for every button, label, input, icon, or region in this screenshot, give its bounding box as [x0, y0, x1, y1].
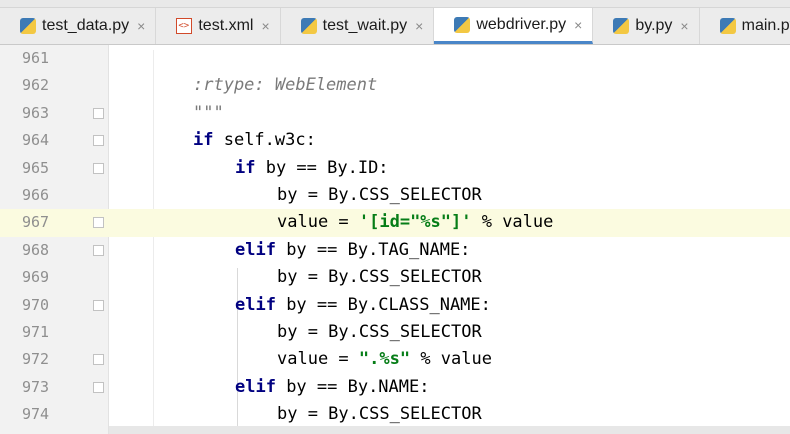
code-text: elif by == By.NAME:	[235, 376, 430, 397]
code-text: if by == By.ID:	[235, 157, 389, 178]
python-file-icon	[454, 16, 471, 33]
code-line[interactable]: 965 if by == By.ID:	[0, 155, 790, 182]
close-icon[interactable]: ×	[680, 18, 688, 34]
tab-label: webdriver.py	[476, 15, 567, 33]
python-file-icon	[20, 18, 36, 34]
tab-by-py[interactable]: by.py ×	[593, 8, 700, 44]
code-text: if self.w3c:	[193, 130, 316, 151]
code-text: elif by == By.CLASS_NAME:	[235, 294, 491, 315]
code-line[interactable]: 972 value = ".%s" % value	[0, 346, 790, 373]
code-line[interactable]: 970 elif by == By.CLASS_NAME:	[0, 292, 790, 319]
code-text: """	[193, 102, 224, 123]
code-line[interactable]: 973 elif by == By.NAME:	[0, 374, 790, 401]
line-number: 964	[22, 131, 50, 150]
line-number: 962	[22, 76, 50, 95]
fold-marker-icon[interactable]	[93, 381, 104, 393]
line-number: 972	[22, 350, 50, 369]
line-number: 973	[22, 377, 50, 396]
line-number: 968	[22, 240, 50, 259]
tab-test-data-py[interactable]: test_data.py ×	[0, 8, 157, 44]
code-line[interactable]: 968 elif by == By.TAG_NAME:	[0, 237, 790, 264]
tab-label: by.py	[635, 17, 673, 34]
tab-label: main.py	[741, 17, 790, 34]
close-icon[interactable]: ×	[574, 17, 582, 33]
code-text: value = '[id="%s"]' % value	[277, 212, 554, 233]
xml-file-icon	[176, 18, 193, 34]
code-text: value = ".%s" % value	[277, 349, 492, 370]
fold-marker-icon[interactable]	[93, 135, 104, 147]
tab-label: test_wait.py	[322, 17, 408, 34]
fold-marker-icon[interactable]	[93, 107, 104, 119]
code-line[interactable]: 962 :rtype: WebElement	[0, 72, 790, 99]
code-line[interactable]: 966 by = By.CSS_SELECTOR	[0, 182, 790, 209]
line-number: 966	[22, 186, 50, 204]
close-icon[interactable]: ×	[137, 18, 145, 34]
code-text: by = By.CSS_SELECTOR	[277, 404, 482, 425]
python-file-icon	[300, 18, 317, 34]
code-line[interactable]: 971 by = By.CSS_SELECTOR	[0, 319, 790, 346]
code-text: by = By.CSS_SELECTOR	[277, 322, 482, 342]
editor-tab-bar: test_data.py × test.xml × test_wait.py ×…	[0, 8, 790, 45]
code-text: by = By.CSS_SELECTOR	[277, 267, 482, 288]
code-text: elif by == By.TAG_NAME:	[235, 239, 471, 260]
line-number: 963	[22, 103, 50, 122]
close-icon[interactable]: ×	[415, 18, 423, 34]
code-line[interactable]: 969 by = By.CSS_SELECTOR	[0, 264, 790, 291]
line-number: 965	[22, 158, 50, 177]
code-line[interactable]: 974 by = By.CSS_SELECTOR	[0, 401, 790, 428]
code-line-current[interactable]: 967 value = '[id="%s"]' % value	[0, 209, 790, 237]
fold-marker-icon[interactable]	[93, 299, 104, 311]
python-file-icon	[719, 18, 736, 34]
line-number: 969	[22, 268, 50, 287]
close-icon[interactable]: ×	[261, 18, 269, 34]
code-line[interactable]: 961	[0, 45, 790, 72]
line-number: 970	[22, 295, 50, 314]
line-number: 971	[22, 323, 50, 341]
tab-test-wait-py[interactable]: test_wait.py ×	[281, 8, 435, 44]
tab-label: test.xml	[198, 17, 254, 34]
horizontal-scrollbar[interactable]	[109, 426, 790, 434]
code-line[interactable]: 963 """	[0, 100, 790, 127]
window-top-strip	[0, 0, 790, 8]
fold-marker-icon[interactable]	[93, 162, 104, 174]
code-text: :rtype: WebElement	[193, 75, 378, 96]
tab-webdriver-py[interactable]: webdriver.py ×	[434, 8, 594, 44]
code-line[interactable]: 964 if self.w3c:	[0, 127, 790, 154]
fold-marker-icon[interactable]	[93, 354, 104, 366]
line-number: 961	[22, 49, 50, 67]
tab-main-py[interactable]: main.py ×	[700, 8, 790, 44]
line-number: 974	[22, 405, 50, 424]
code-text: by = By.CSS_SELECTOR	[277, 185, 482, 205]
python-file-icon	[613, 18, 630, 34]
fold-marker-icon[interactable]	[93, 244, 104, 256]
fold-marker-icon[interactable]	[93, 217, 104, 229]
tab-test-xml[interactable]: test.xml ×	[156, 8, 281, 44]
line-number: 967	[22, 213, 50, 232]
tab-label: test_data.py	[42, 17, 130, 34]
